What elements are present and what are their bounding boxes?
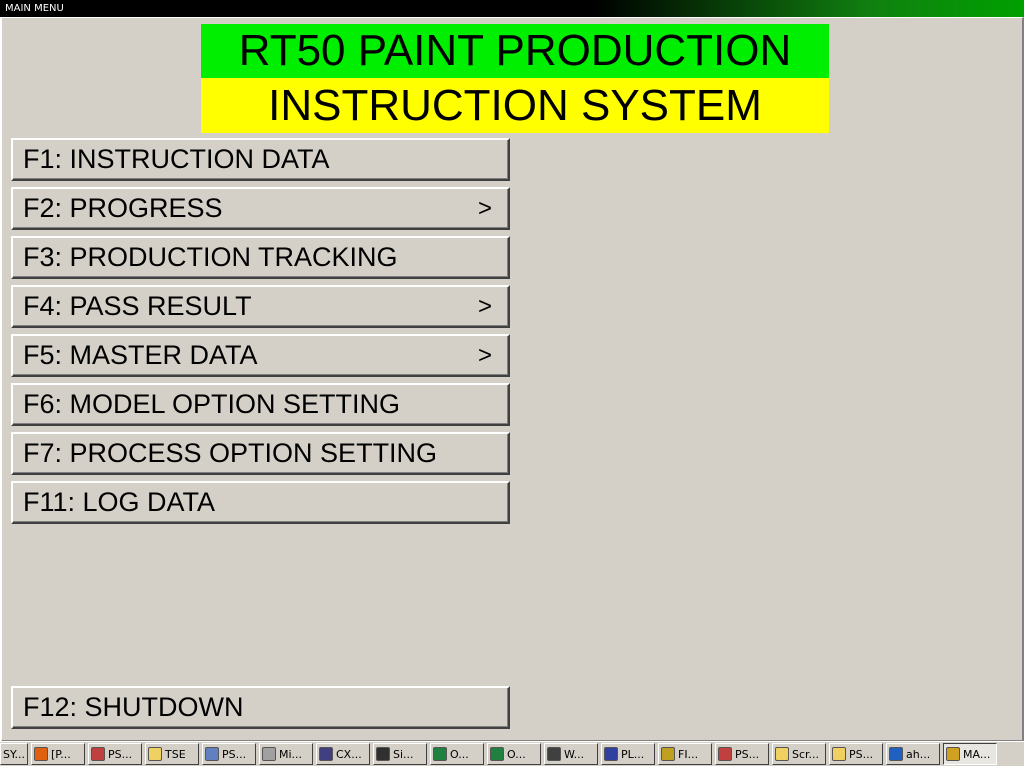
taskbar-button[interactable]: PS... (715, 743, 769, 765)
taskbar-button-label: SY... (3, 747, 25, 761)
app-banner: RT50 PAINT PRODUCTION INSTRUCTION SYSTEM (201, 24, 829, 133)
taskbar-button-label: TSE (165, 747, 186, 761)
window-title: MAIN MENU (5, 3, 64, 14)
menu-button-progress[interactable]: F2: PROGRESS > (11, 187, 510, 230)
taskbar-button-label: O... (507, 747, 526, 761)
taskbar-button-label: W... (564, 747, 585, 761)
taskbar-button-label: CX... (336, 747, 362, 761)
menu-button-process-option-setting[interactable]: F7: PROCESS OPTION SETTING (11, 432, 510, 475)
folder-icon (148, 747, 162, 761)
menu-button-label: F4: PASS RESULT (23, 291, 252, 321)
taskbar-button-label: ah... (906, 747, 931, 761)
windows-taskbar: SY... [P... PS... TSE PS... Mi... CX... Si... O.… (0, 741, 1024, 766)
taskbar-button[interactable]: MA... (943, 743, 997, 765)
taskbar-button[interactable]: SY... (0, 743, 28, 765)
taskbar-button[interactable]: PS... (829, 743, 883, 765)
taskbar-button[interactable]: O... (487, 743, 541, 765)
taskbar-button[interactable]: Scr... (772, 743, 826, 765)
shutdown-button[interactable]: F12: SHUTDOWN (11, 686, 510, 729)
taskbar-button-label: [P... (51, 747, 71, 761)
submenu-arrow-icon: > (477, 341, 492, 369)
folder-icon (832, 747, 846, 761)
menu-button-label: F7: PROCESS OPTION SETTING (23, 438, 438, 468)
document-icon (205, 747, 219, 761)
app-icon (946, 747, 960, 761)
banner-title-line1: RT50 PAINT PRODUCTION (201, 24, 829, 78)
taskbar-button[interactable]: PS... (202, 743, 256, 765)
taskbar-button-label: PL... (621, 747, 645, 761)
monitor-icon (319, 747, 333, 761)
folder-icon (775, 747, 789, 761)
submenu-arrow-icon: > (477, 292, 492, 320)
taskbar-button[interactable]: Mi... (259, 743, 313, 765)
ps-icon (91, 747, 105, 761)
menu-button-instruction-data[interactable]: F1: INSTRUCTION DATA (11, 138, 510, 181)
taskbar-button[interactable]: PL... (601, 743, 655, 765)
terminal-icon (376, 747, 390, 761)
window-title-bar: MAIN MENU (0, 0, 1024, 17)
banner-title-line2: INSTRUCTION SYSTEM (201, 78, 829, 133)
taskbar-button-label: PS... (735, 747, 760, 761)
taskbar-button[interactable]: Si... (373, 743, 427, 765)
shutdown-button-label: F12: SHUTDOWN (23, 692, 244, 722)
taskbar-button-label: PS... (108, 747, 133, 761)
menu-button-label: F5: MASTER DATA (23, 340, 258, 370)
menu-button-label: F1: INSTRUCTION DATA (23, 144, 330, 174)
excel-icon (433, 747, 447, 761)
taskbar-button[interactable]: ah... (886, 743, 940, 765)
menu-button-label: F6: MODEL OPTION SETTING (23, 389, 401, 419)
submenu-arrow-icon: > (477, 194, 492, 222)
taskbar-button[interactable]: CX... (316, 743, 370, 765)
taskbar-button-label: PS... (222, 747, 247, 761)
menu-button-label: F2: PROGRESS (23, 193, 223, 223)
menu-button-label: F3: PRODUCTION TRACKING (23, 242, 398, 272)
menu-button-model-option-setting[interactable]: F6: MODEL OPTION SETTING (11, 383, 510, 426)
menu-button-master-data[interactable]: F5: MASTER DATA > (11, 334, 510, 377)
taskbar-button-label: Scr... (792, 747, 820, 761)
taskbar-button-label: Si... (393, 747, 414, 761)
network-icon (889, 747, 903, 761)
taskbar-button[interactable]: W... (544, 743, 598, 765)
tools-icon (262, 747, 276, 761)
taskbar-button[interactable]: [P... (31, 743, 85, 765)
menu-button-log-data[interactable]: F11: LOG DATA (11, 481, 510, 524)
taskbar-button-label: Mi... (279, 747, 303, 761)
menu-button-pass-result[interactable]: F4: PASS RESULT > (11, 285, 510, 328)
taskbar-button-label: PS... (849, 747, 874, 761)
grid-icon (604, 747, 618, 761)
taskbar-button-label: O... (450, 747, 469, 761)
firefox-icon (34, 747, 48, 761)
ps-icon (718, 747, 732, 761)
excel-icon (490, 747, 504, 761)
taskbar-button[interactable]: O... (430, 743, 484, 765)
taskbar-button[interactable]: FI... (658, 743, 712, 765)
flag-icon (661, 747, 675, 761)
taskbar-button-label: FI... (678, 747, 699, 761)
taskbar-button[interactable]: PS... (88, 743, 142, 765)
menu-button-label: F11: LOG DATA (23, 487, 216, 517)
window-icon (547, 747, 561, 761)
taskbar-button[interactable]: TSE (145, 743, 199, 765)
menu-button-production-tracking[interactable]: F3: PRODUCTION TRACKING (11, 236, 510, 279)
taskbar-button-label: MA... (963, 747, 991, 761)
